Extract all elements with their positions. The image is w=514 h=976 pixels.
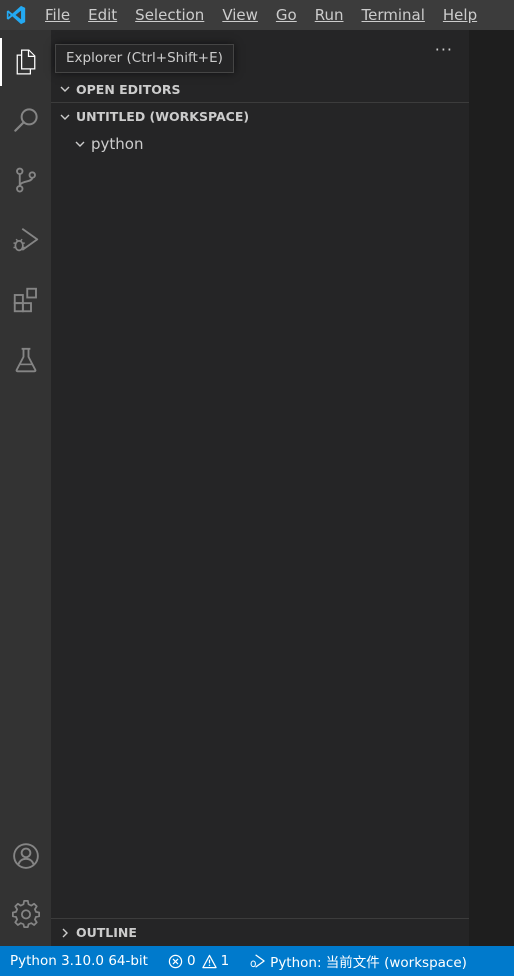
search-icon <box>13 108 38 132</box>
warning-icon <box>201 954 217 968</box>
section-title: OUTLINE <box>76 925 137 940</box>
beaker-icon <box>15 347 36 373</box>
title-bar: File Edit Selection View Go Run Terminal… <box>0 0 514 30</box>
menu-selection[interactable]: Selection <box>126 0 213 30</box>
explorer-button[interactable] <box>0 38 51 86</box>
open-editors-header[interactable]: OPEN EDITORS <box>51 76 469 102</box>
run-config-status[interactable]: Python: 当前文件 (workspace) <box>239 946 477 976</box>
run-debug-icon <box>13 227 38 252</box>
source-control-button[interactable] <box>0 156 51 204</box>
error-icon <box>168 954 183 968</box>
section-title: UNTITLED (WORKSPACE) <box>76 109 250 124</box>
menu-view[interactable]: View <box>213 0 267 30</box>
chevron-down-icon <box>54 83 76 95</box>
menu-bar: File Edit Selection View Go Run Terminal… <box>36 0 486 30</box>
gear-icon <box>11 900 40 928</box>
menu-terminal[interactable]: Terminal <box>353 0 434 30</box>
manage-button[interactable] <box>0 890 51 938</box>
tree-item-label: python <box>91 135 144 153</box>
extensions-icon <box>13 287 37 313</box>
tree-item-python[interactable]: python <box>51 132 469 156</box>
debug-run-icon <box>250 954 265 968</box>
editor-area[interactable] <box>469 30 514 946</box>
vscode-window: File Edit Selection View Go Run Terminal… <box>0 0 514 976</box>
python-interpreter-status[interactable]: Python 3.10.0 64-bit <box>0 946 158 976</box>
chevron-down-icon <box>54 111 76 123</box>
accounts-button[interactable] <box>0 832 51 880</box>
search-button[interactable] <box>0 96 51 144</box>
problems-status[interactable]: 0 1 <box>158 946 239 976</box>
run-config-label: Python: 当前文件 (workspace) <box>270 955 467 971</box>
source-control-icon <box>15 167 36 193</box>
menu-edit[interactable]: Edit <box>79 0 126 30</box>
activity-bar <box>0 30 51 946</box>
error-count: 0 <box>186 953 196 969</box>
outline-header[interactable]: OUTLINE <box>51 918 469 946</box>
explorer-sidebar: ··· OPEN EDITORS UNTITLED (WORKSPACE) py… <box>51 30 469 946</box>
testing-button[interactable] <box>0 336 51 384</box>
section-title: OPEN EDITORS <box>76 81 181 97</box>
more-actions-icon[interactable]: ··· <box>435 40 453 59</box>
explorer-tooltip: Explorer (Ctrl+Shift+E) <box>55 44 234 73</box>
chevron-right-icon <box>54 927 76 939</box>
extensions-button[interactable] <box>0 276 51 324</box>
warning-count: 1 <box>220 953 230 969</box>
menu-go[interactable]: Go <box>267 0 306 30</box>
run-and-debug-button[interactable] <box>0 216 51 264</box>
status-bar: Python 3.10.0 64-bit 0 1 Python: 当前文件 (w… <box>0 946 514 976</box>
menu-file[interactable]: File <box>36 0 79 30</box>
files-icon <box>16 49 35 75</box>
menu-run[interactable]: Run <box>306 0 353 30</box>
vscode-logo-icon <box>0 0 32 30</box>
chevron-down-icon <box>69 138 91 150</box>
account-icon <box>12 843 39 869</box>
menu-help[interactable]: Help <box>434 0 486 30</box>
workspace-header[interactable]: UNTITLED (WORKSPACE) <box>51 102 469 130</box>
interpreter-label: Python 3.10.0 64-bit <box>10 953 148 969</box>
